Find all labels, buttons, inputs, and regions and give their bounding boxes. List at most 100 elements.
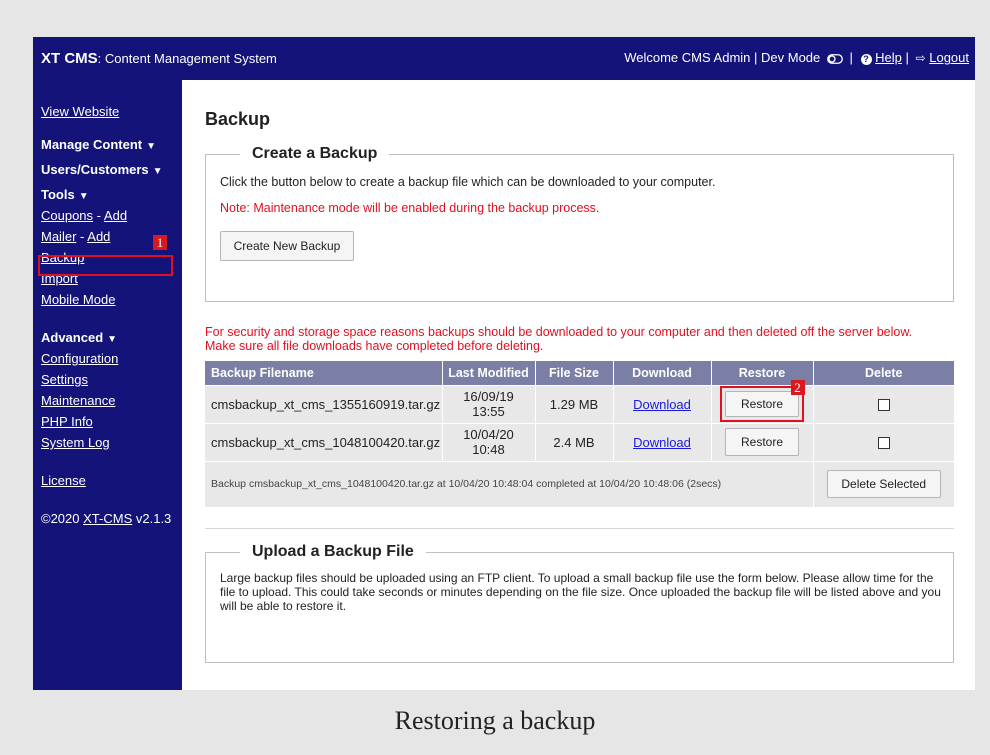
table-row: cmsbackup_xt_cms_1355160919.tar.gz 16/09… — [205, 379, 954, 423]
maintenance-note: Note: Maintenance mode will be enabled d… — [220, 201, 600, 215]
sidebar-item-advanced[interactable]: Advanced ▼ — [41, 327, 182, 348]
sidebar-item-settings[interactable]: Settings — [41, 369, 182, 390]
caret-down-icon: ▼ — [107, 334, 118, 345]
row-last-modified: 10/04/20 10:48 — [442, 422, 536, 461]
download-link[interactable]: Download — [633, 435, 691, 450]
sidebar-item-mobile-mode[interactable]: Mobile Mode — [41, 289, 182, 310]
column-header-file-size: File Size — [535, 361, 614, 385]
download-link[interactable]: Download — [633, 397, 691, 412]
main-content: Backup Create a Backup Click the button … — [182, 80, 975, 690]
table-row: cmsbackup_xt_cms_1048100420.tar.gz 10/04… — [205, 422, 954, 461]
row-file-size: 2.4 MB — [535, 422, 614, 461]
copyright-year: ©2020 — [41, 511, 80, 526]
dash: - — [96, 208, 102, 223]
sidebar-item-tools[interactable]: Tools ▼ — [41, 184, 182, 205]
user-menu: Welcome CMS Admin | Dev Mode | ? Help | … — [624, 50, 969, 66]
logout-label[interactable]: Logout — [929, 50, 969, 65]
create-backup-legend: Create a Backup — [252, 145, 378, 162]
backup-table: Backup Filename Last Modified File Size … — [205, 361, 954, 507]
backup-status-text: Backup cmsbackup_xt_cms_1048100420.tar.g… — [205, 460, 814, 507]
row-restore-cell: Restore 2 — [711, 379, 814, 423]
row-delete-cell — [813, 422, 954, 461]
restore-button[interactable]: Restore — [725, 428, 799, 456]
sidebar-item-configuration[interactable]: Configuration — [41, 348, 182, 369]
brand: XT CMS: Content Management System — [41, 50, 277, 67]
sidebar-item-manage-content[interactable]: Manage Content ▼ — [41, 134, 182, 155]
sidebar-item-license[interactable]: License — [41, 470, 182, 491]
annotation-number-2: 2 — [790, 379, 805, 395]
column-header-last-modified: Last Modified — [442, 361, 536, 385]
separator: | — [905, 50, 909, 66]
logout-icon: ⇨ — [915, 51, 926, 66]
sidebar-item-users-customers[interactable]: Users/Customers ▼ — [41, 159, 182, 180]
welcome-text: Welcome CMS Admin | Dev Mode — [624, 50, 821, 66]
separator: | — [849, 50, 853, 66]
row-file-size: 1.29 MB — [535, 384, 614, 423]
upload-backup-legend: Upload a Backup File — [252, 543, 414, 560]
create-backup-panel: Create a Backup Click the button below t… — [205, 145, 954, 302]
figure-caption: Restoring a backup — [394, 706, 596, 735]
sidebar-item-view-website[interactable]: View Website — [41, 101, 182, 122]
sidebar-item-php-info[interactable]: PHP Info — [41, 411, 182, 432]
sidebar-item-system-log[interactable]: System Log — [41, 432, 182, 453]
logout-link[interactable]: ⇨ Logout — [916, 50, 969, 65]
top-bar: XT CMS: Content Management System Welcom… — [33, 37, 975, 80]
divider — [205, 528, 954, 529]
row-download-cell: Download — [613, 422, 712, 461]
caret-down-icon: ▼ — [146, 141, 157, 152]
mailer-add-link[interactable]: Add — [87, 229, 110, 244]
upload-description: Large backup files should be uploaded us… — [220, 571, 941, 613]
sidebar-item-maintenance[interactable]: Maintenance — [41, 390, 182, 411]
table-status-row: Backup cmsbackup_xt_cms_1048100420.tar.g… — [205, 460, 954, 507]
mailer-link[interactable]: Mailer — [41, 229, 76, 244]
coupons-add-link[interactable]: Add — [104, 208, 127, 223]
row-time: 10:48 — [472, 442, 505, 457]
column-header-download: Download — [613, 361, 712, 385]
upload-backup-panel: Upload a Backup File Large backup files … — [205, 543, 954, 663]
page-title: Backup — [205, 109, 271, 129]
version: v2.1.3 — [135, 511, 172, 526]
highlight-box-backup — [38, 255, 173, 276]
column-header-filename: Backup Filename — [205, 361, 443, 385]
create-new-backup-button[interactable]: Create New Backup — [220, 231, 354, 261]
sidebar: View Website Manage Content ▼ Users/Custo… — [33, 80, 182, 690]
row-restore-cell: Restore — [711, 422, 814, 461]
row-download-cell: Download — [613, 384, 712, 423]
row-delete-cell — [813, 384, 954, 423]
sidebar-item-label: Tools — [41, 187, 75, 202]
dash: - — [80, 229, 85, 244]
help-link[interactable]: ? Help — [860, 50, 906, 65]
delete-checkbox[interactable] — [877, 399, 890, 412]
toggle-icon[interactable] — [826, 52, 843, 67]
delete-selected-button[interactable]: Delete Selected — [826, 470, 941, 499]
caret-down-icon: ▼ — [152, 166, 163, 177]
annotation-number-1: 1 — [153, 235, 167, 250]
create-backup-description: Click the button below to create a backu… — [220, 175, 716, 189]
help-label[interactable]: Help — [875, 50, 902, 65]
column-header-delete: Delete — [813, 361, 954, 385]
caret-down-icon: ▼ — [78, 191, 89, 202]
sidebar-item-label: Users/Customers — [41, 162, 149, 177]
row-filename: cmsbackup_xt_cms_1355160919.tar.gz — [205, 384, 443, 423]
restore-button[interactable]: Restore — [725, 391, 799, 417]
coupons-link[interactable]: Coupons — [41, 208, 93, 223]
row-time: 13:55 — [472, 404, 505, 419]
sidebar-item-label: Manage Content — [41, 137, 143, 152]
row-last-modified: 16/09/19 13:55 — [442, 384, 536, 423]
row-filename: cmsbackup_xt_cms_1048100420.tar.gz — [205, 422, 443, 461]
xt-cms-link[interactable]: XT-CMS — [83, 511, 132, 526]
security-note-1: For security and storage space reasons b… — [205, 325, 913, 339]
row-date: 16/09/19 — [463, 389, 514, 404]
app-window: XT CMS: Content Management System Welcom… — [33, 37, 975, 690]
help-icon: ? — [860, 53, 872, 65]
delete-checkbox[interactable] — [877, 437, 890, 450]
sidebar-item-label: Advanced — [41, 330, 104, 345]
brand-tagline: : Content Management System — [97, 51, 277, 66]
table-header-row: Backup Filename Last Modified File Size … — [205, 361, 954, 385]
brand-name: XT CMS — [41, 50, 98, 67]
row-date: 10/04/20 — [463, 427, 514, 442]
copyright: ©2020 XT-CMS v2.1.3 — [41, 508, 182, 529]
security-note-2: Make sure all file downloads have comple… — [205, 339, 544, 353]
sidebar-item-coupons: Coupons - Add — [41, 205, 182, 226]
delete-selected-cell: Delete Selected — [813, 460, 954, 507]
